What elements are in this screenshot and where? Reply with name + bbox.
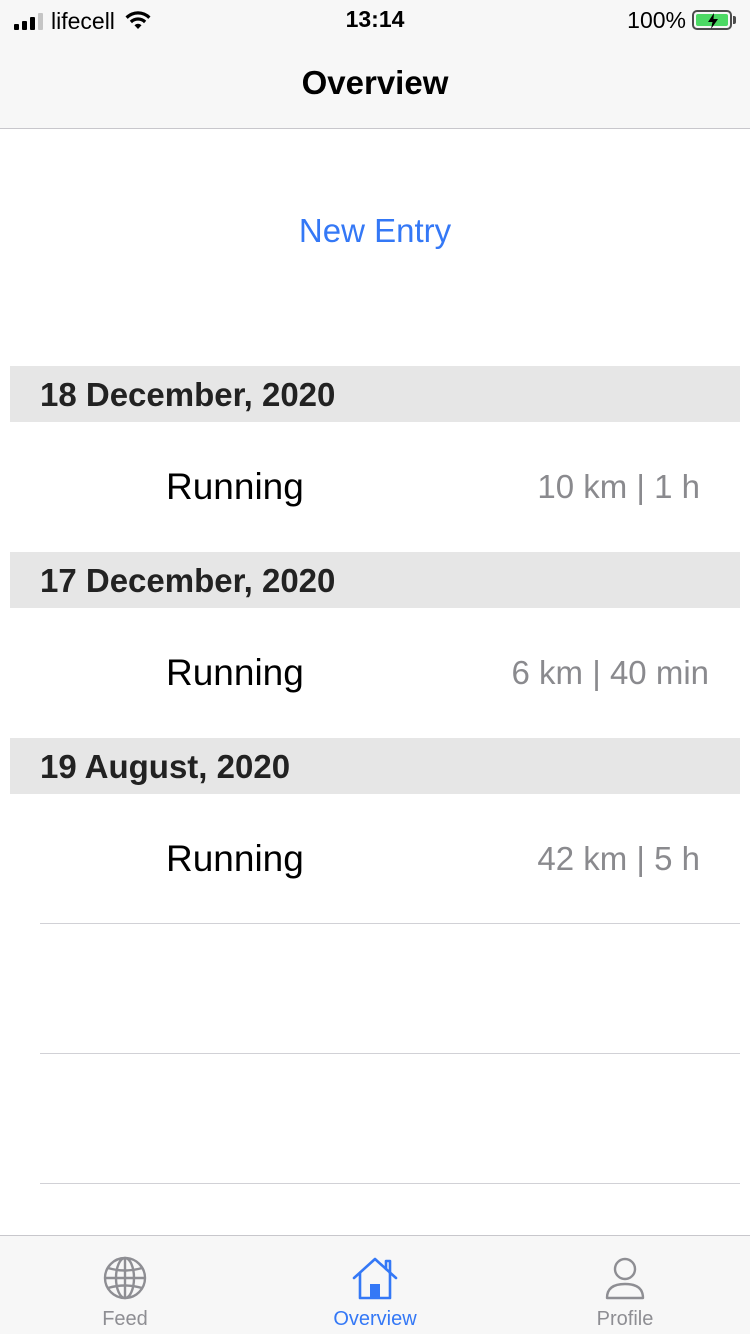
navigation-bar: Overview — [0, 40, 750, 129]
entry-activity: Running — [166, 838, 304, 879]
section-header: 19 August, 2020 — [10, 738, 740, 794]
tab-label: Profile — [596, 1308, 654, 1330]
status-bar: lifecell 13:14 100% — [0, 0, 750, 40]
battery-cap — [733, 16, 736, 24]
row-separator — [40, 923, 740, 924]
tab-overview[interactable]: Overview — [250, 1236, 500, 1334]
globe-icon — [103, 1256, 147, 1300]
section-header: 18 December, 2020 — [10, 366, 740, 422]
section-date: 19 August, 2020 — [40, 748, 291, 785]
section-date: 17 December, 2020 — [40, 562, 336, 599]
tab-label: Feed — [102, 1308, 148, 1330]
entry-stats: 42 km | 5 h — [537, 840, 700, 877]
entry-row[interactable]: Running 6 km | 40 min — [0, 608, 750, 738]
tab-bar: Feed Overview Profile — [0, 1235, 750, 1334]
entry-row[interactable]: Running 42 km | 5 h — [0, 794, 750, 924]
entry-stats: 10 km | 1 h — [537, 468, 700, 505]
entry-activity: Running — [166, 652, 304, 693]
entry-stats: 6 km | 40 min — [511, 654, 709, 691]
tab-feed[interactable]: Feed — [0, 1236, 250, 1334]
overview-screen: lifecell 13:14 100% Overview New Entry 1… — [0, 0, 750, 1334]
charging-bolt-icon — [708, 13, 718, 29]
section-header: 17 December, 2020 — [10, 552, 740, 608]
section-date: 18 December, 2020 — [40, 376, 336, 413]
new-entry-button[interactable]: New Entry — [0, 212, 750, 250]
status-right: 100% — [627, 7, 736, 33]
tab-label: Overview — [333, 1308, 417, 1330]
entry-activity: Running — [166, 466, 304, 507]
entry-row[interactable]: Running 10 km | 1 h — [0, 422, 750, 552]
battery-icon — [692, 10, 732, 30]
person-icon — [605, 1257, 645, 1300]
row-separator — [40, 1183, 740, 1184]
row-separator — [40, 1053, 740, 1054]
house-icon — [352, 1257, 398, 1300]
tab-profile[interactable]: Profile — [500, 1236, 750, 1334]
page-title: Overview — [301, 64, 449, 101]
battery-percent: 100% — [627, 6, 686, 33]
